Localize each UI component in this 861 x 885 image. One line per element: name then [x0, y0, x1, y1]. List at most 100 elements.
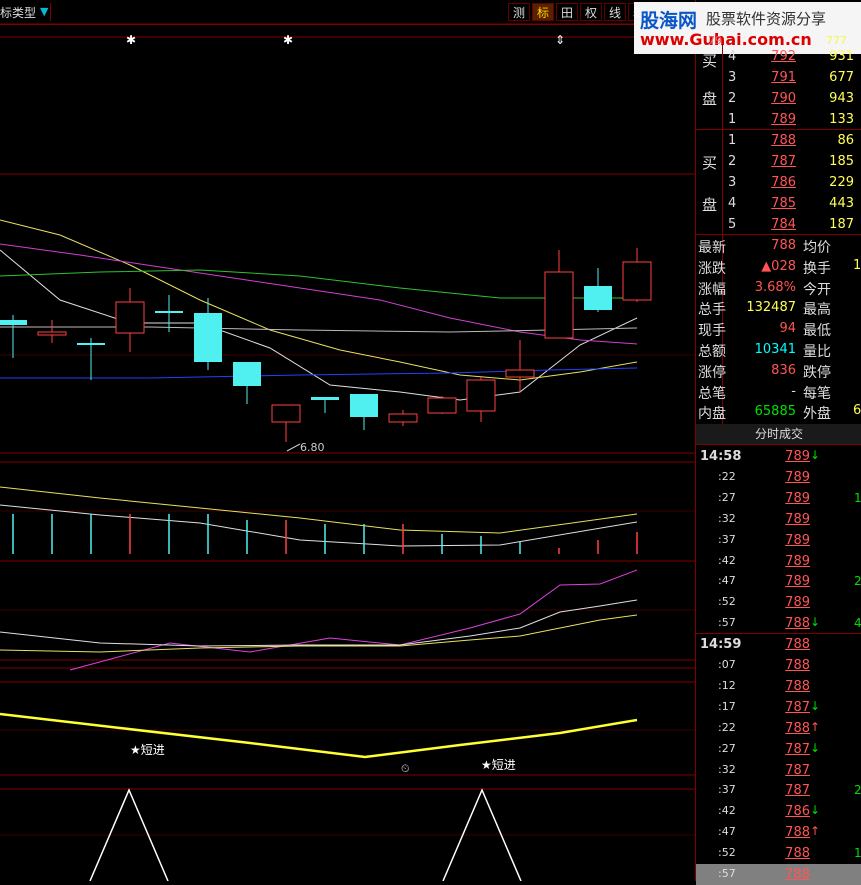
tick-row[interactable]: :47 788 ↑ — [696, 822, 861, 843]
tick-row[interactable]: :52 789 — [696, 592, 861, 613]
candle-body — [388, 413, 418, 423]
arrow-up-icon: ↑ — [810, 824, 821, 839]
tick-extra: 2 — [854, 783, 861, 798]
tick-list-header[interactable]: 分时成交 — [696, 424, 861, 445]
tick-price: 788 — [785, 637, 810, 653]
tick-row[interactable]: :42 786 ↓ — [696, 801, 861, 822]
mark-button[interactable]: 标 — [532, 3, 554, 21]
sell-row-4[interactable]: 4 792 931 — [696, 46, 861, 67]
tick-time: :22 — [718, 469, 736, 483]
candle-body — [622, 261, 652, 301]
signal-yellow-line — [0, 712, 638, 759]
tick-row[interactable]: :37 789 — [696, 530, 861, 551]
stat-value: 3.68% — [754, 279, 796, 295]
marker-star-1: ✱ — [126, 33, 137, 47]
stat-label: 涨停 — [698, 364, 726, 381]
ma-yellow — [0, 219, 638, 381]
tick-row[interactable]: 14:59 788 — [696, 634, 861, 655]
indicator-type-label[interactable]: 标类型 — [0, 4, 36, 21]
tick-row[interactable]: :42 789 — [696, 551, 861, 572]
tick-price: 789 — [785, 553, 810, 569]
tick-row[interactable]: :22 789 — [696, 467, 861, 488]
candle-body — [115, 301, 145, 334]
stat-label: 总手 — [698, 302, 726, 319]
stat-label: 总笔 — [698, 385, 726, 402]
grid-button[interactable]: 田 — [556, 3, 578, 21]
tick-time: :27 — [718, 741, 736, 755]
candle-body — [466, 379, 496, 412]
tick-price: 789 — [785, 469, 810, 485]
stat-row: 总笔 - 每笔 — [696, 381, 861, 402]
tick-row[interactable]: :32 789 — [696, 509, 861, 530]
buy-row-4[interactable]: 4 785 443 — [696, 193, 861, 214]
kline-chart[interactable] — [0, 0, 695, 881]
stat-value: ▲028 — [761, 258, 796, 274]
tick-price: 788 — [785, 867, 810, 882]
arrow-down-icon: ↓ — [810, 615, 821, 630]
tick-price: 787 — [785, 699, 810, 715]
tick-row[interactable]: :12 788 — [696, 676, 861, 697]
sell-row-2[interactable]: 2 790 943 — [696, 88, 861, 109]
tick-row[interactable]: :57 788 ↓ 4 — [696, 613, 861, 634]
stopwatch-icon: ⏲ — [401, 762, 410, 775]
tick-price: 789 — [785, 595, 810, 611]
stat-value: 788 — [771, 238, 796, 253]
tick-time: 14:58 — [700, 449, 742, 464]
buy-row-3[interactable]: 3 786 229 — [696, 172, 861, 193]
tick-price: 789 — [785, 532, 810, 548]
indicator-white — [0, 599, 638, 647]
stat-row: 涨幅 3.68% 今开 — [696, 277, 861, 298]
stat-value: 10341 — [754, 342, 796, 357]
candle-body — [311, 397, 339, 400]
ma-gray — [0, 326, 638, 333]
buy-row-1[interactable]: 1 788 86 — [696, 130, 861, 151]
line-button[interactable]: 线 — [604, 3, 626, 21]
low-pointer — [286, 443, 301, 452]
candle-body — [544, 271, 574, 339]
stat-row: 总手 132487 最高 — [696, 297, 861, 318]
stat-value: 836 — [771, 362, 796, 378]
marker-star-2: ✱ — [283, 33, 294, 47]
tick-row[interactable]: :32 787 — [696, 760, 861, 781]
tick-row[interactable]: :27 787 ↓ — [696, 739, 861, 760]
candle-body — [0, 320, 27, 325]
sell-row-3[interactable]: 3 791 677 — [696, 67, 861, 88]
tick-row[interactable]: :22 788 ↑ — [696, 718, 861, 739]
candle-body — [233, 362, 261, 386]
tick-time: :42 — [718, 553, 736, 567]
stat-row: 涨停 836 跌停 — [696, 360, 861, 381]
dropdown-arrow-icon[interactable]: ▼ — [40, 5, 48, 18]
tick-row[interactable]: :47 789 2 — [696, 571, 861, 592]
tick-row[interactable]: 14:58 789 ↓ — [696, 446, 861, 467]
chart-area[interactable]: 标类型 ▼ 测 标 田 权 线 着 ✱ ✱ ⇕ 6.80 ★短进 ★短进 ⏲ — [0, 0, 695, 881]
stat-value-2: 1 — [853, 257, 861, 273]
sell-row-1[interactable]: 1 789 133 — [696, 109, 861, 130]
tick-row[interactable]: :07 788 — [696, 655, 861, 676]
stat-label-2: 跌停 — [803, 364, 831, 381]
stat-value: - — [791, 383, 796, 399]
tick-row[interactable]: :37 787 2 — [696, 780, 861, 801]
tick-extra: 1 — [854, 846, 861, 861]
indicator-magenta — [69, 569, 638, 671]
tick-time: :37 — [718, 783, 736, 797]
stat-label: 总额 — [698, 344, 726, 360]
measure-button[interactable]: 测 — [508, 3, 530, 21]
stat-label-2: 量比 — [803, 344, 831, 360]
stat-label-2: 外盘 — [803, 406, 831, 423]
rights-button[interactable]: 权 — [580, 3, 602, 21]
tick-row[interactable]: :27 789 1 — [696, 488, 861, 509]
stat-row: 现手 94 最低 — [696, 318, 861, 339]
buy-row-2[interactable]: 2 787 185 — [696, 151, 861, 172]
tick-time: :52 — [718, 846, 736, 860]
tick-row[interactable]: :17 787 ↓ — [696, 697, 861, 718]
toolbar-divider — [50, 3, 51, 21]
stat-row: 涨跌 ▲028 换手 1 — [696, 256, 861, 277]
tick-price: 787 — [785, 762, 810, 778]
tick-time: :37 — [718, 532, 736, 546]
buy-row-5[interactable]: 5 784 187 — [696, 214, 861, 235]
tick-row[interactable]: :52 788 1 — [696, 843, 861, 864]
tick-row[interactable]: :57 788 — [696, 864, 861, 885]
ma-green — [0, 269, 637, 299]
stat-label: 涨幅 — [698, 281, 726, 298]
candle-body — [271, 404, 301, 423]
